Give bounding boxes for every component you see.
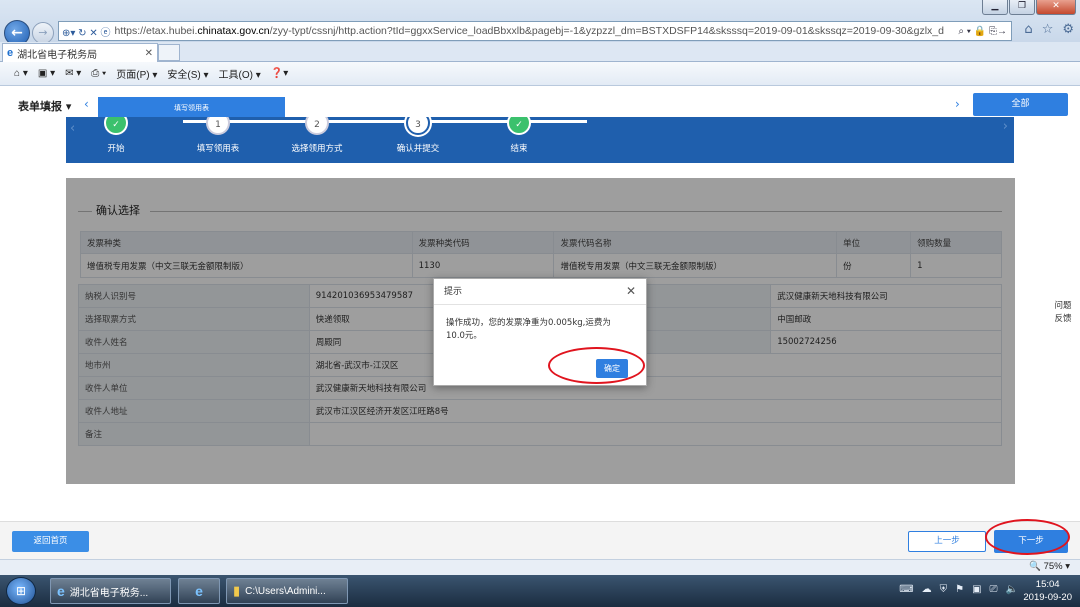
taskbar-ie-pinned[interactable]: e: [178, 578, 220, 604]
all-button[interactable]: 全部: [973, 93, 1068, 116]
step-next-arrow-icon: ›: [1002, 119, 1008, 134]
back-home-button[interactable]: 返回首页: [12, 531, 89, 552]
start-button[interactable]: ⊞: [6, 577, 36, 605]
home-icon[interactable]: ⌂: [1024, 22, 1032, 37]
new-tab-button[interactable]: [158, 44, 180, 61]
url-text: https://etax.hubei.chinatax.gov.cn/zyy-t…: [114, 25, 944, 37]
print-icon[interactable]: ⎙ ▾: [91, 68, 106, 79]
minimize-button[interactable]: ▁: [982, 0, 1008, 15]
step-start: ✓ 开始: [71, 117, 161, 154]
scroll-right-arrow-icon[interactable]: ›: [955, 97, 960, 111]
flag-icon[interactable]: ⚑: [955, 584, 964, 595]
help-icon[interactable]: ❓▾: [271, 68, 288, 79]
scroll-left-arrow-icon[interactable]: ‹: [84, 97, 89, 111]
dialog-close-icon[interactable]: ✕: [626, 284, 636, 298]
tab-bar: e 湖北省电子税务局 ✕: [0, 42, 1080, 62]
dialog-message: 操作成功，您的发票净重为0.005kg,运费为10.0元。: [446, 318, 611, 341]
step-progress-bar: ‹ › ✓ 开始 1 填写领用表 2 选择领用方式 3 确认并提交 ✓ 结束: [66, 117, 1014, 163]
address-bar[interactable]: ⊕▾ ↻ ✕ ⓔ https://etax.hubei.chinatax.gov…: [58, 21, 1012, 41]
network-icon[interactable]: ☁: [922, 584, 932, 595]
page-footer: 返回首页 上一步 下一步: [0, 521, 1080, 559]
settings-gear-icon[interactable]: ⚙: [1062, 22, 1074, 37]
feedback-link[interactable]: 问题反馈: [1051, 300, 1075, 326]
ie-icon: e: [7, 47, 14, 59]
tab-close-icon[interactable]: ✕: [145, 48, 153, 59]
page-header: 表单填报 ▾ ‹ 填写领用表 › 全部: [0, 93, 1080, 119]
volume-icon[interactable]: 🔈: [1006, 584, 1018, 595]
feeds-icon[interactable]: ▣ ▾: [38, 68, 55, 79]
favorites-icon[interactable]: ☆: [1042, 22, 1054, 37]
home-menu-icon[interactable]: ⌂ ▾: [14, 68, 28, 79]
browser-right-icons: ⌂ ☆ ⚙: [1024, 22, 1074, 37]
display-icon[interactable]: ⎚: [990, 584, 998, 595]
taskbar-explorer-task[interactable]: ▮ C:\Users\Admini...: [226, 578, 348, 604]
form-fill-menu[interactable]: 表单填报 ▾: [18, 98, 71, 114]
close-window-button[interactable]: ✕: [1036, 0, 1076, 15]
step-confirm-submit: 3 确认并提交: [373, 117, 463, 154]
tab-title: 湖北省电子税务局: [17, 49, 98, 61]
command-bar: ⌂ ▾ ▣ ▾ ✉ ▾ ⎙ ▾ 页面(P) ▾ 安全(S) ▾ 工具(O) ▾ …: [0, 62, 1080, 86]
ie-icon: e: [57, 583, 65, 599]
taskbar: ⊞ e 湖北省电子税务... e ▮ C:\Users\Admini... ⌨ …: [0, 575, 1080, 607]
ie-icon: e: [195, 583, 203, 599]
shield-icon[interactable]: ⛨: [940, 584, 948, 595]
search-lock-icon[interactable]: ⌕ ▾ 🔒 ⎘→: [958, 26, 1011, 37]
step-end: ✓ 结束: [474, 117, 564, 154]
step-fill-form: 1 填写领用表: [173, 117, 263, 154]
window-controls: ▁ ❐ ✕: [982, 0, 1076, 15]
system-tray: ⌨ ☁ ⛨ ⚑ ▣ ⎚ 🔈: [899, 584, 1018, 595]
maximize-button[interactable]: ❐: [1009, 0, 1035, 15]
annotation-circle: [985, 519, 1070, 555]
browser-tab[interactable]: e 湖北省电子税务局 ✕: [2, 43, 158, 62]
tab-fill-form[interactable]: 填写领用表: [98, 97, 285, 119]
taskbar-ie-task[interactable]: e 湖北省电子税务...: [50, 578, 171, 604]
folder-icon: ▮: [233, 583, 241, 598]
prev-step-button[interactable]: 上一步: [908, 531, 986, 552]
check-icon: ✓: [507, 117, 531, 135]
zoom-control[interactable]: 🔍 75% ▾: [1029, 561, 1070, 572]
safety-menu[interactable]: 安全(S) ▾: [167, 66, 208, 81]
browser-titlebar: ▁ ❐ ✕ ← → ⊕▾ ↻ ✕ ⓔ https://etax.hubei.ch…: [0, 0, 1080, 46]
step-choose-method: 2 选择领用方式: [272, 117, 362, 154]
compat-view-icon[interactable]: ⊕▾ ↻ ✕ ⓔ: [62, 24, 111, 39]
clock[interactable]: 15:04 2019-09-20: [1023, 578, 1072, 604]
keyboard-icon[interactable]: ⌨: [899, 584, 913, 595]
status-bar: 🔍 75% ▾: [0, 559, 1080, 575]
check-icon: ✓: [104, 117, 128, 135]
mail-icon[interactable]: ✉ ▾: [65, 68, 81, 79]
tools-menu[interactable]: 工具(O) ▾: [219, 66, 261, 81]
dialog-title: 提示: [434, 279, 646, 305]
forward-button[interactable]: →: [32, 22, 54, 44]
page-menu[interactable]: 页面(P) ▾: [116, 66, 157, 81]
annotation-circle: [548, 347, 645, 384]
monitor-icon[interactable]: ▣: [972, 584, 981, 595]
